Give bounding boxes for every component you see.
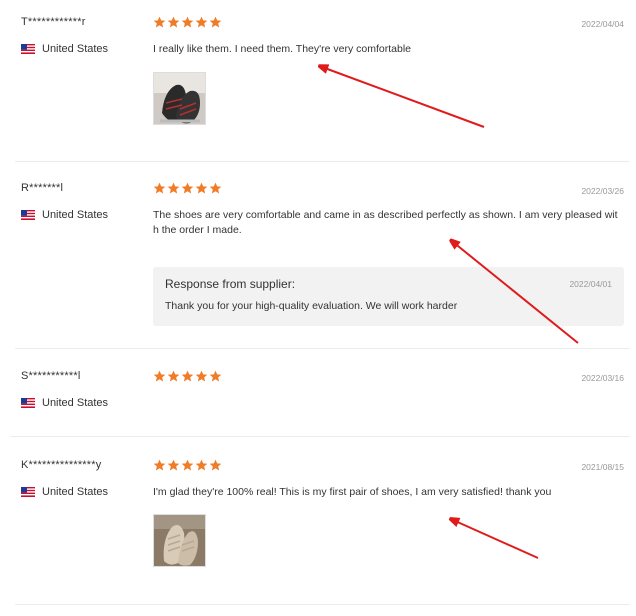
star-icon [167, 459, 180, 471]
reviewer-country: United States [21, 43, 108, 55]
reviewer-country: United States [21, 209, 108, 221]
star-icon [209, 16, 222, 28]
star-icon [181, 459, 194, 471]
reviewer-name: T************r [21, 16, 86, 28]
star-icon [181, 16, 194, 28]
reviewer-name: R*******l [21, 182, 64, 194]
us-flag-icon [21, 44, 35, 54]
star-icon [209, 370, 222, 382]
star-icon [153, 459, 166, 471]
rating-stars [153, 459, 222, 472]
country-label: United States [42, 209, 109, 221]
star-icon [153, 182, 166, 194]
review-date: 2021/08/15 [581, 462, 624, 472]
review-text: I really like them. I need them. They're… [153, 43, 412, 55]
star-icon [167, 16, 180, 28]
review-photo[interactable] [153, 514, 206, 567]
star-icon [195, 16, 208, 28]
us-flag-icon [21, 398, 35, 408]
country-label: United States [42, 397, 109, 409]
us-flag-icon [21, 487, 35, 497]
reviewer-country: United States [21, 486, 108, 498]
review-date: 2022/03/26 [581, 186, 624, 196]
star-icon [181, 182, 194, 194]
review-text: The shoes are very comfortable and came … [153, 209, 618, 236]
reviewer-name: S***********l [21, 370, 81, 382]
star-icon [195, 459, 208, 471]
review-date: 2022/03/16 [581, 373, 624, 383]
review-date: 2022/04/04 [581, 19, 624, 29]
arrow-annotation [322, 67, 485, 128]
star-icon [153, 16, 166, 28]
reviewer-name: K***************y [21, 459, 102, 471]
rating-stars [153, 182, 222, 195]
rating-stars [153, 370, 222, 383]
divider [15, 604, 630, 605]
divider [10, 436, 630, 437]
star-icon [153, 370, 166, 382]
country-label: United States [42, 486, 109, 498]
response-text: Thank you for your high-quality evaluati… [165, 300, 458, 312]
supplier-response: Response from supplier: 2022/04/01 Thank… [153, 267, 624, 326]
arrow-annotation [453, 520, 539, 559]
star-icon [209, 459, 222, 471]
rating-stars [153, 16, 222, 29]
star-icon [167, 182, 180, 194]
review-text: I'm glad they're 100% real! This is my f… [153, 486, 552, 498]
divider [15, 348, 630, 349]
country-label: United States [42, 43, 109, 55]
star-icon [167, 370, 180, 382]
divider [15, 161, 630, 162]
star-icon [209, 182, 222, 194]
star-icon [195, 182, 208, 194]
response-title: Response from supplier: [165, 277, 296, 291]
star-icon [181, 370, 194, 382]
us-flag-icon [21, 210, 35, 220]
reviewer-country: United States [21, 397, 108, 409]
review-photo[interactable] [153, 72, 206, 125]
star-icon [195, 370, 208, 382]
response-date: 2022/04/01 [569, 279, 612, 289]
